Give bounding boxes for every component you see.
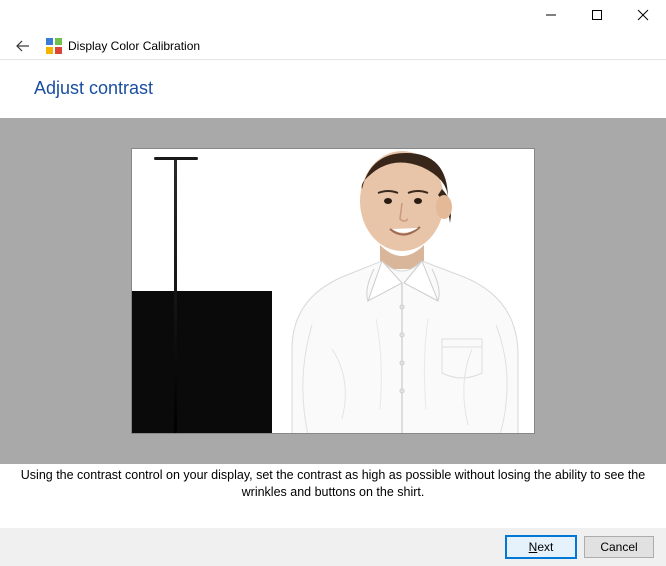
back-button[interactable] xyxy=(10,34,34,58)
close-button[interactable] xyxy=(620,0,666,30)
maximize-icon xyxy=(591,9,603,21)
next-button[interactable]: Next xyxy=(506,536,576,558)
sample-person-white-shirt xyxy=(272,149,534,434)
sample-lamp-top xyxy=(154,157,198,160)
sample-lamp-pole xyxy=(174,157,177,433)
contrast-sample-panel xyxy=(0,118,666,464)
maximize-button[interactable] xyxy=(574,0,620,30)
cancel-button[interactable]: Cancel xyxy=(584,536,654,558)
minimize-button[interactable] xyxy=(528,0,574,30)
app-title: Display Color Calibration xyxy=(68,39,200,53)
back-arrow-icon xyxy=(13,37,31,55)
next-button-rest: ext xyxy=(537,540,553,554)
sample-white-wall xyxy=(132,149,274,291)
close-icon xyxy=(637,9,649,21)
app-icon xyxy=(46,38,62,54)
minimize-icon xyxy=(545,9,557,21)
window-controls xyxy=(528,0,666,30)
titlebar: Display Color Calibration xyxy=(0,32,666,60)
instruction-text: Using the contrast control on your displ… xyxy=(0,467,666,501)
sample-black-block xyxy=(132,291,274,434)
page-heading: Adjust contrast xyxy=(34,78,153,99)
contrast-sample-image xyxy=(131,148,535,434)
wizard-footer: Next Cancel xyxy=(0,528,666,566)
